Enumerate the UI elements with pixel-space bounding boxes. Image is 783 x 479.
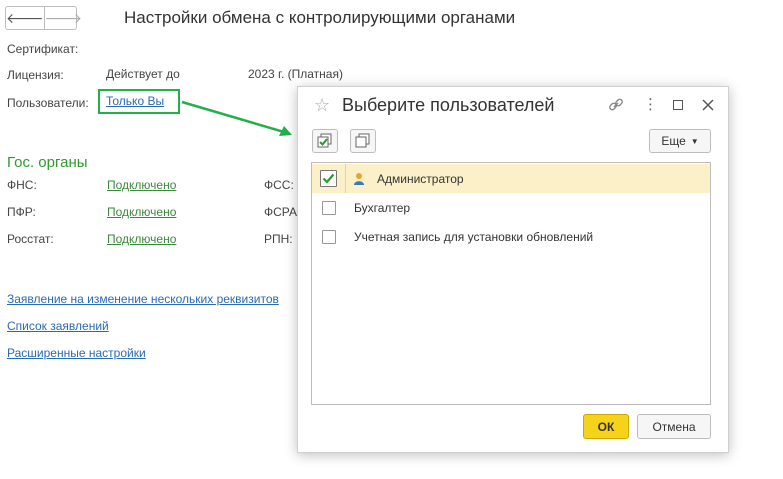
list-item[interactable]: Бухгалтер — [312, 193, 710, 222]
page-title: Настройки обмена с контролирующими орган… — [124, 8, 516, 27]
maximize-icon[interactable] — [673, 100, 683, 110]
license-value-suffix: 2023 г. (Платная) — [248, 67, 343, 81]
checkbox-cell — [312, 193, 346, 222]
users-link[interactable]: Только Вы — [106, 94, 164, 108]
more-actions-button[interactable]: Еще ▼ — [649, 129, 711, 153]
list-item[interactable]: Администратор — [312, 164, 710, 193]
rosstat-label: Росстат: — [7, 232, 54, 246]
annotation-arrow — [181, 100, 292, 136]
fsra-label: ФСРА — [264, 205, 297, 219]
arrow-right-icon: 🡒 — [44, 9, 83, 26]
change-requisites-link[interactable]: Заявление на изменение нескольких реквиз… — [7, 292, 279, 306]
link-icon[interactable] — [608, 97, 624, 113]
uncheck-all-button[interactable] — [350, 129, 376, 153]
users-label: Пользователи: — [7, 96, 89, 110]
dropdown-arrow-icon: ▼ — [690, 136, 699, 146]
advanced-settings-link[interactable]: Расширенные настройки — [7, 346, 146, 360]
forward-button[interactable]: 🡒 — [43, 7, 83, 29]
checkbox-cell — [312, 222, 346, 251]
pfr-status-link[interactable]: Подключено — [107, 205, 176, 219]
arrow-left-icon: 🡐 — [6, 9, 44, 26]
nav-buttons: 🡐 🡒 — [5, 6, 82, 30]
rpn-label: РПН: — [264, 232, 293, 246]
check-all-icon — [317, 133, 332, 148]
requests-list-link[interactable]: Список заявлений — [7, 319, 109, 333]
users-list: Администратор Бухгалтер Учетная запись д… — [311, 162, 711, 405]
user-name: Бухгалтер — [354, 200, 411, 215]
certificate-label: Сертификат: — [7, 42, 79, 56]
ok-button[interactable]: ОК — [583, 414, 629, 439]
user-name: Учетная запись для установки обновлений — [354, 229, 594, 244]
check-all-button[interactable] — [312, 129, 338, 153]
rosstat-status-link[interactable]: Подключено — [107, 232, 176, 246]
fns-status-link[interactable]: Подключено — [107, 178, 176, 192]
checkbox-cell — [312, 164, 346, 193]
fss-label: ФСС: — [264, 178, 294, 192]
pfr-label: ПФР: — [7, 205, 36, 219]
dialog-title: Выберите пользователей — [342, 95, 555, 115]
fns-label: ФНС: — [7, 178, 37, 192]
checkmark-icon — [322, 173, 335, 184]
user-name: Администратор — [377, 171, 464, 186]
list-item[interactable]: Учетная запись для установки обновлений — [312, 222, 710, 251]
close-icon[interactable] — [702, 99, 714, 111]
user-checkbox[interactable] — [322, 200, 336, 215]
user-checkbox[interactable] — [320, 170, 337, 187]
favorite-star-icon[interactable]: ☆ — [314, 95, 330, 116]
back-button[interactable]: 🡐 — [6, 7, 44, 29]
user-checkbox[interactable] — [322, 229, 336, 244]
gov-section-title: Гос. органы — [7, 154, 88, 171]
cancel-button[interactable]: Отмена — [637, 414, 711, 439]
user-icon — [354, 172, 364, 185]
more-actions-label: Еще — [661, 134, 686, 148]
more-menu-icon[interactable]: ⋮ — [643, 95, 658, 113]
license-value-prefix: Действует до — [106, 67, 180, 81]
select-users-dialog: ☆ Выберите пользователей ⋮ Еще ▼ Админис… — [297, 86, 729, 453]
license-label: Лицензия: — [7, 68, 64, 82]
uncheck-all-icon — [355, 133, 370, 148]
